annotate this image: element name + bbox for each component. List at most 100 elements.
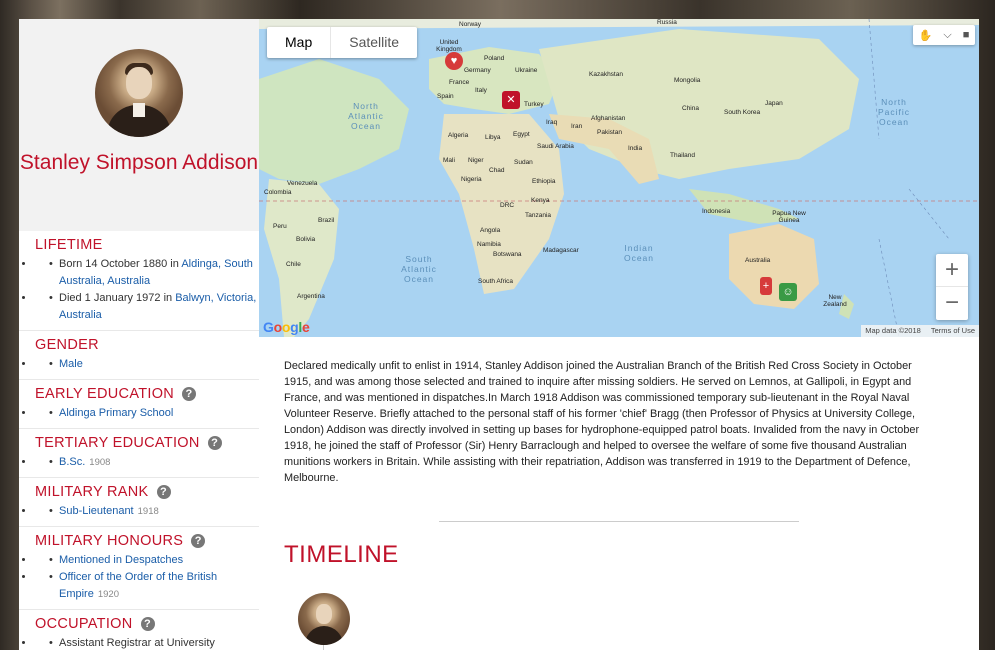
- place-label: Chile: [286, 261, 301, 268]
- gender-link[interactable]: Male: [59, 358, 83, 370]
- place-label: Saudi Arabia: [537, 143, 574, 150]
- place-label: Poland: [484, 55, 505, 62]
- terms-link[interactable]: Terms of Use: [931, 325, 975, 337]
- satellite-tab[interactable]: Satellite: [331, 27, 417, 58]
- year-label: 1920: [97, 589, 119, 600]
- list-item: B.Sc. 1908: [35, 454, 259, 471]
- place-label: Australia: [745, 257, 771, 264]
- map-land: [259, 19, 979, 337]
- zoom-in-button[interactable]: +: [936, 254, 968, 287]
- place-label: France: [449, 79, 470, 86]
- help-icon[interactable]: ?: [156, 485, 171, 499]
- place-label: New Zealand: [823, 294, 847, 308]
- place-label: Brazil: [318, 217, 335, 224]
- gender-section: GENDER Male: [19, 331, 259, 380]
- died-item: Died 1 January 1972 in Balwyn, Victoria,…: [35, 290, 259, 324]
- timeline-avatar[interactable]: [298, 593, 350, 645]
- occupation-text: Assistant Registrar at University: [59, 637, 215, 649]
- map-data-text: Map data ©2018: [865, 326, 921, 335]
- avatar: [95, 49, 183, 137]
- heart-marker-icon[interactable]: ♥: [445, 52, 463, 70]
- place-label: Ethiopia: [532, 178, 556, 185]
- honour-link[interactable]: Mentioned in Despatches: [59, 554, 183, 566]
- draw-shape-icon[interactable]: ■: [963, 29, 970, 41]
- place-label: Namibia: [477, 241, 501, 248]
- world-map[interactable]: North Atlantic Ocean South Atlantic Ocea…: [259, 19, 979, 337]
- rank-link[interactable]: Sub-Lieutenant: [59, 505, 134, 517]
- google-logo: Google: [263, 319, 310, 335]
- place-label: Botswana: [493, 251, 522, 258]
- sidebar: Stanley Simpson Addison LIFETIME Born 14…: [19, 19, 259, 650]
- place-label: China: [682, 105, 699, 112]
- place-label: Sudan: [514, 159, 533, 166]
- place-label: Colombia: [264, 189, 292, 196]
- place-label: Papua New Guinea: [772, 210, 806, 224]
- place-label: South Korea: [724, 109, 761, 116]
- lifetime-section: LIFETIME Born 14 October 1880 in Aldinga…: [19, 231, 259, 331]
- profile-header: Stanley Simpson Addison: [19, 19, 259, 231]
- military-honours-section: MILITARY HONOURS? Mentioned in Despatche…: [19, 527, 259, 610]
- section-title: MILITARY HONOURS?: [35, 533, 259, 549]
- timeline-line: [323, 645, 324, 650]
- place-label: Ukraine: [515, 67, 538, 74]
- place-label: Angola: [480, 227, 501, 234]
- hand-icon[interactable]: ✋: [919, 29, 933, 42]
- person-name: Stanley Simpson Addison: [19, 151, 259, 174]
- place-label: Iran: [571, 123, 583, 130]
- map-attribution: Map data ©2018 Terms of Use: [861, 325, 979, 337]
- place-label: Venezuela: [287, 180, 318, 187]
- map-type-tabs: Map Satellite: [267, 27, 418, 58]
- section-title-text: EARLY EDUCATION: [35, 386, 175, 402]
- year-label: 1918: [137, 506, 159, 517]
- section-title: MILITARY RANK?: [35, 484, 259, 500]
- place-label: Chad: [489, 167, 505, 174]
- place-label: Nigeria: [461, 176, 482, 183]
- degree-link[interactable]: B.Sc.: [59, 456, 85, 468]
- place-label: Italy: [475, 87, 487, 94]
- section-title-text: MILITARY HONOURS: [35, 533, 184, 549]
- place-label: Mongolia: [674, 77, 701, 84]
- help-icon[interactable]: ?: [191, 534, 206, 548]
- crossed-swords-marker-icon[interactable]: ✕: [502, 91, 520, 109]
- place-label: Japan: [765, 100, 783, 107]
- place-label: Tanzania: [525, 212, 552, 219]
- ocean-label: North Pacific Ocean: [877, 97, 911, 127]
- ocean-label: North Atlantic Ocean: [348, 101, 384, 131]
- year-label: 1908: [89, 457, 111, 468]
- place-label: Kenya: [531, 197, 550, 204]
- place-label: Norway: [459, 21, 482, 28]
- place-label: India: [628, 145, 643, 152]
- zoom-out-button[interactable]: −: [936, 287, 968, 320]
- draw-line-icon[interactable]: ⌵: [943, 29, 951, 42]
- place-label: DRC: [500, 202, 515, 209]
- list-item: Male: [35, 356, 259, 373]
- died-text: Died 1 January 1972 in: [59, 292, 176, 304]
- list-item: Aldinga Primary School: [35, 405, 259, 422]
- section-title: OCCUPATION?: [35, 616, 259, 632]
- school-link[interactable]: Aldinga Primary School: [59, 407, 173, 419]
- zoom-control: + −: [936, 254, 968, 320]
- section-title: TERTIARY EDUCATION?: [35, 435, 259, 451]
- place-label: Peru: [273, 223, 287, 230]
- place-label: Germany: [464, 67, 491, 74]
- profile-panel: Stanley Simpson Addison LIFETIME Born 14…: [19, 19, 979, 650]
- list-item: Mentioned in Despatches: [35, 552, 259, 569]
- help-icon[interactable]: ?: [207, 436, 222, 450]
- section-title: GENDER: [35, 337, 99, 353]
- place-label: Thailand: [670, 152, 695, 159]
- section-title-text: MILITARY RANK: [35, 484, 149, 500]
- place-label: Argentina: [297, 293, 325, 300]
- place-label: Mali: [443, 157, 455, 164]
- section-title-text: OCCUPATION: [35, 616, 133, 632]
- divider: [439, 521, 799, 522]
- place-label: Indonesia: [702, 208, 731, 215]
- red-cross-marker-icon[interactable]: +: [760, 277, 772, 295]
- help-icon[interactable]: ?: [140, 617, 155, 631]
- help-icon[interactable]: ?: [182, 387, 197, 401]
- map-tab[interactable]: Map: [267, 27, 332, 58]
- person-marker-icon[interactable]: ☺: [779, 283, 797, 301]
- honour-link[interactable]: Officer of the Order of the British Empi…: [59, 571, 217, 600]
- place-label: Pakistan: [597, 129, 622, 136]
- list-item: Assistant Registrar at University: [35, 635, 259, 650]
- biography-text: Declared medically unfit to enlist in 19…: [284, 360, 920, 484]
